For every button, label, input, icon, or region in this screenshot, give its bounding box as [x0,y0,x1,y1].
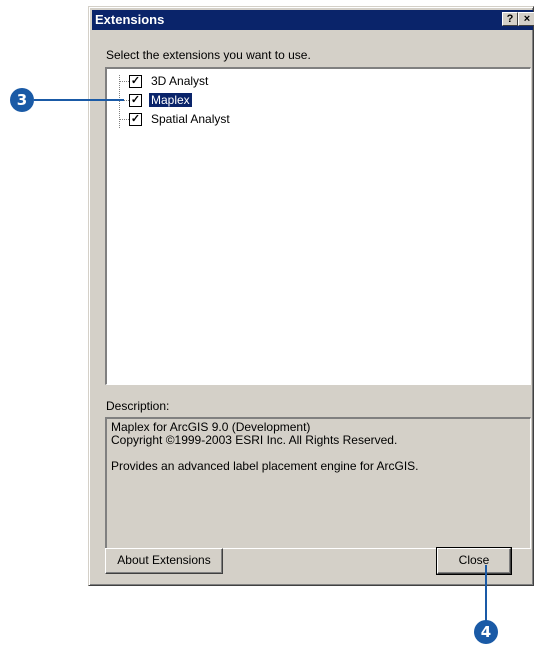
extensions-list[interactable]: ✓ 3D Analyst ✓ Maplex ✓ Spatial Analyst [105,67,531,385]
close-button[interactable]: Close [436,547,512,575]
step-3-callout: 3 [10,88,34,112]
callout-leader-line [485,565,487,621]
checkbox-3d-analyst[interactable]: ✓ [129,75,142,88]
extension-item-3d-analyst[interactable]: ✓ 3D Analyst [119,73,419,91]
extensions-dialog: Extensions ? × Select the extensions you… [88,6,534,586]
callout-leader-line [34,99,124,101]
title-bar[interactable]: Extensions ? × [92,10,534,30]
checkbox-spatial-analyst[interactable]: ✓ [129,113,142,126]
help-button[interactable]: ? [502,12,518,26]
tree-branch [119,81,129,82]
description-line: Copyright ©1999-2003 ESRI Inc. All Right… [111,433,398,447]
description-label: Description: [106,399,170,413]
instruction-text: Select the extensions you want to use. [106,48,311,62]
extension-item-maplex[interactable]: ✓ Maplex [119,92,419,110]
about-extensions-button[interactable]: About Extensions [105,548,223,574]
description-box: Maplex for ArcGIS 9.0 (Development) Copy… [105,417,531,549]
description-line: Provides an advanced label placement eng… [111,459,419,473]
window-close-button[interactable]: × [518,12,534,26]
dialog-title: Extensions [95,12,165,27]
extension-label: Spatial Analyst [151,112,230,126]
extension-item-spatial-analyst[interactable]: ✓ Spatial Analyst [119,111,419,129]
extension-label: Maplex [149,93,192,107]
tree-branch [119,119,129,120]
extension-label: 3D Analyst [151,74,209,88]
step-4-callout: 4 [474,620,498,644]
checkbox-maplex[interactable]: ✓ [129,94,142,107]
